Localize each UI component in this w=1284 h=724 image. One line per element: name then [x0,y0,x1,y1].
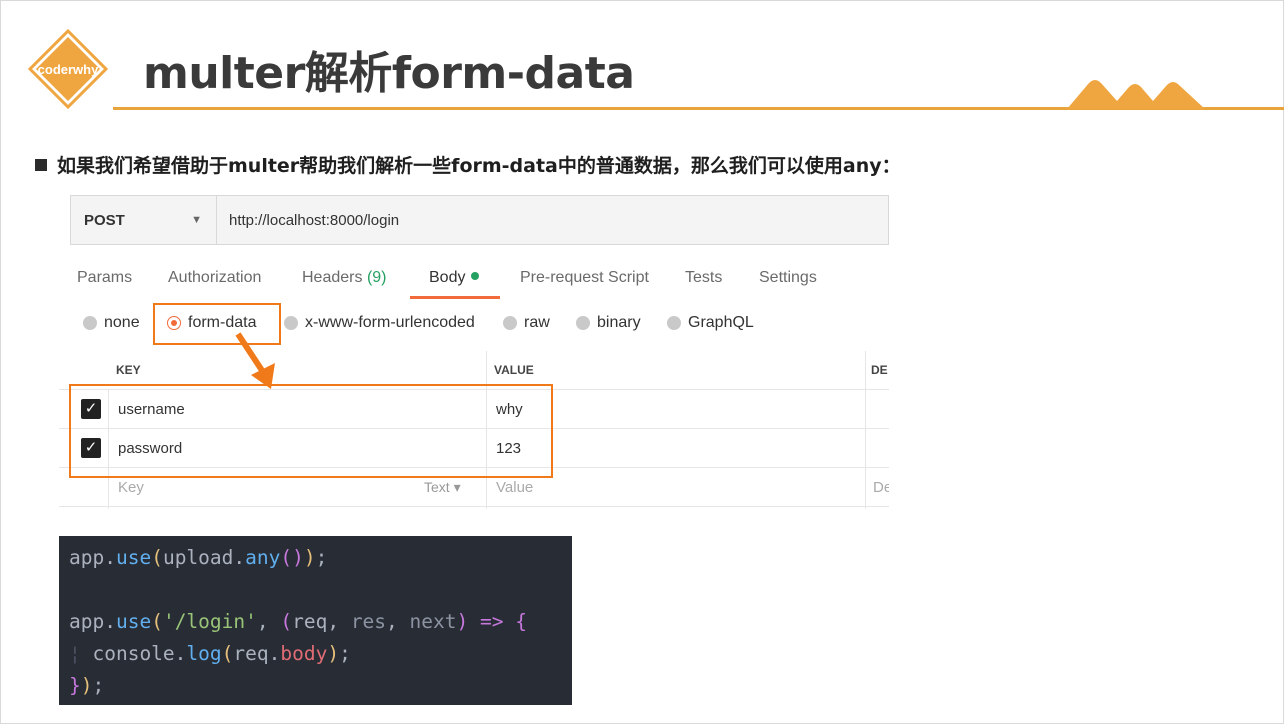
mountain-decoration [1067,80,1205,109]
annotation-arrow-icon [235,332,275,389]
header-description: DE [871,363,888,377]
tab-headers[interactable]: Headers (9) [302,269,387,287]
tab-settings[interactable]: Settings [759,269,817,287]
radio-raw[interactable]: raw [503,314,550,332]
headers-count-badge: (9) [366,269,387,286]
new-description-input[interactable]: De [873,468,889,506]
radio-dot [576,316,590,330]
coderwhy-logo: coderwhy [28,29,108,109]
tab-headers-label: Headers [302,269,363,286]
radio-dot [284,316,298,330]
code-line: ¦ console.log(req.body); [69,642,351,665]
tab-params[interactable]: Params [77,269,132,287]
slide: coderwhy multer解析form-data 如果我们希望借助于mult… [0,0,1284,724]
postman-screenshot: POST ▼ http://localhost:8000/login Param… [59,191,889,511]
tab-body[interactable]: Body [429,269,480,287]
request-url-bar: POST ▼ http://localhost:8000/login [70,195,889,245]
bullet-row: 如果我们希望借助于multer帮助我们解析一些form-data中的普通数据，那… [35,151,901,178]
page-title: multer解析form-data [143,48,635,99]
radio-dot [83,316,97,330]
logo-text: coderwhy [38,62,99,77]
caret-down-icon: ▼ [191,214,202,226]
tab-body-label: Body [429,269,466,286]
tab-prerequest-script[interactable]: Pre-request Script [520,269,649,287]
request-tabs: Params Authorization Headers (9) Body Pr… [59,261,889,299]
method-label: POST [84,211,125,229]
radio-urlencoded[interactable]: x-www-form-urlencoded [284,314,475,332]
radio-graphql[interactable]: GraphQL [667,314,754,332]
body-indicator-dot [471,272,480,280]
active-tab-underline [410,296,500,299]
type-select-label: Text [424,479,450,495]
code-line: }); [69,674,105,697]
radio-binary-label: binary [597,314,641,331]
caret-down-icon: ▾ [453,478,461,495]
radio-binary[interactable]: binary [576,314,641,332]
tab-tests[interactable]: Tests [685,269,722,287]
radio-dot [503,316,517,330]
code-line: app.use('/login', (req, res, next) => { [69,610,527,633]
tab-authorization[interactable]: Authorization [168,269,261,287]
radio-graphql-label: GraphQL [688,314,754,331]
radio-dot [667,316,681,330]
url-input[interactable]: http://localhost:8000/login [217,196,888,244]
bullet-square-icon [35,158,47,171]
radio-raw-label: raw [524,314,550,331]
code-block: app.use(upload.any()); app.use('/login',… [59,536,572,705]
bullet-text: 如果我们希望借助于multer帮助我们解析一些form-data中的普通数据，那… [57,155,901,177]
radio-urlencoded-label: x-www-form-urlencoded [305,314,475,331]
radio-none-label: none [104,314,140,331]
method-select[interactable]: POST ▼ [71,196,217,244]
code-line: app.use(upload.any()); [69,546,328,569]
radio-none[interactable]: none [83,314,140,332]
key-value-highlight-box [69,384,553,478]
